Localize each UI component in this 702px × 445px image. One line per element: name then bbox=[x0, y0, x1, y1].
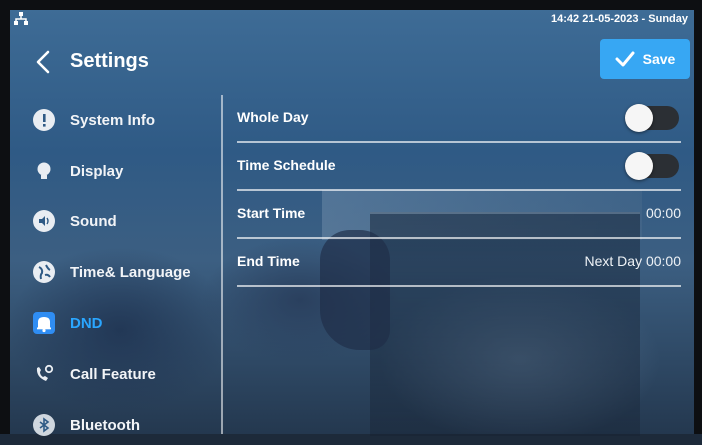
sidebar-item-time-language[interactable]: Time& Language bbox=[10, 252, 220, 292]
sidebar-item-label: Bluetooth bbox=[70, 416, 140, 434]
save-button-label: Save bbox=[642, 51, 676, 67]
sidebar-item-label: Call Feature bbox=[70, 365, 156, 383]
row-label: Whole Day bbox=[237, 109, 309, 125]
page-title: Settings bbox=[70, 50, 149, 72]
row-divider bbox=[237, 285, 681, 287]
sidebar-item-system-info[interactable]: System Info bbox=[10, 100, 220, 140]
toggle-knob bbox=[625, 104, 653, 132]
screen-bezel-top bbox=[0, 0, 702, 10]
sidebar-item-label: System Info bbox=[70, 111, 156, 129]
sidebar-divider bbox=[221, 95, 223, 434]
speaker-icon bbox=[33, 210, 55, 232]
whole-day-toggle[interactable] bbox=[625, 104, 679, 132]
screen-bezel-left bbox=[0, 0, 10, 434]
info-icon bbox=[33, 109, 55, 131]
end-time-value: Next Day 00:00 bbox=[584, 253, 682, 269]
phone-settings-icon bbox=[33, 363, 55, 385]
time-schedule-toggle[interactable] bbox=[625, 152, 679, 180]
toggle-knob bbox=[625, 152, 653, 180]
settings-sidebar: System Info Display Sound Time& Language… bbox=[10, 95, 220, 436]
sidebar-item-call-feature[interactable]: Call Feature bbox=[10, 354, 220, 394]
bell-icon bbox=[33, 312, 55, 334]
row-label: Time Schedule bbox=[237, 157, 336, 173]
screen-bezel-right bbox=[694, 0, 702, 434]
row-start-time[interactable]: Start Time 00:00 bbox=[237, 191, 681, 239]
check-icon bbox=[615, 51, 635, 67]
row-time-schedule: Time Schedule bbox=[237, 143, 681, 191]
chevron-left-icon[interactable] bbox=[34, 50, 52, 74]
sidebar-item-dnd[interactable]: DND bbox=[10, 303, 220, 343]
network-icon bbox=[14, 12, 28, 25]
row-label: End Time bbox=[237, 253, 300, 269]
sidebar-item-sound[interactable]: Sound bbox=[10, 201, 220, 241]
start-time-value: 00:00 bbox=[645, 205, 681, 221]
sidebar-item-label: Display bbox=[70, 162, 124, 180]
datetime-text: 14:42 21-05-2023 - Sunday bbox=[551, 13, 688, 25]
sidebar-item-label: DND bbox=[70, 314, 103, 332]
status-bar: 14:42 21-05-2023 - Sunday bbox=[10, 10, 694, 30]
save-button[interactable]: Save bbox=[600, 39, 690, 79]
bulb-icon bbox=[33, 160, 55, 182]
row-whole-day: Whole Day bbox=[237, 95, 681, 143]
bluetooth-icon bbox=[33, 414, 55, 436]
sidebar-item-bluetooth[interactable]: Bluetooth bbox=[10, 405, 220, 445]
row-end-time[interactable]: End Time Next Day 00:00 bbox=[237, 239, 681, 287]
row-label: Start Time bbox=[237, 205, 306, 221]
sidebar-item-display[interactable]: Display bbox=[10, 151, 220, 191]
globe-icon bbox=[33, 261, 55, 283]
sidebar-item-label: Time& Language bbox=[70, 263, 191, 281]
sidebar-item-label: Sound bbox=[70, 212, 117, 230]
